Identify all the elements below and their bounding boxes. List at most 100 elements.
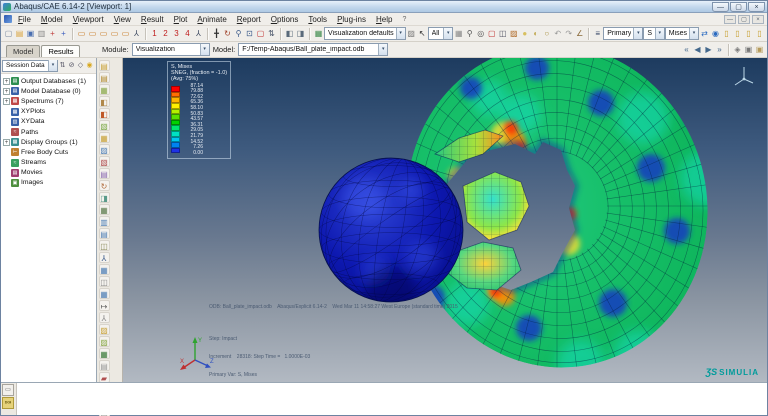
tree-expander[interactable]: + — [3, 98, 10, 105]
tree-item[interactable]: ≈ Paths — [3, 127, 96, 137]
toolbox-icon[interactable]: ▤ — [99, 72, 110, 83]
viewport-child-icon[interactable] — [4, 15, 12, 23]
print-icon[interactable]: ▥ — [36, 28, 47, 40]
shaded-render-icon[interactable]: ◨ — [295, 28, 306, 40]
toolbox-icon[interactable]: ▨ — [99, 144, 110, 155]
field-output-info-icon[interactable]: ◉ — [710, 28, 721, 40]
activate-view-cut-icon[interactable]: ▯ — [721, 28, 732, 40]
tree-item[interactable]: + ▦ Spectrums (7) — [3, 96, 96, 106]
filter-tree-icon[interactable]: ⊘ — [67, 60, 76, 72]
toolbox-icon[interactable]: ▤ — [99, 228, 110, 239]
image-capture-icon[interactable]: ▨ — [508, 28, 519, 40]
tree-item[interactable]: ▣ Images — [3, 178, 96, 188]
toolbox-icon[interactable]: ▦ — [99, 348, 110, 359]
toolbox-icon[interactable]: ⅄ — [99, 252, 110, 263]
tree-expander[interactable] — [3, 129, 10, 136]
toolbox-icon[interactable]: ▦ — [99, 288, 110, 299]
toolbox-icon[interactable]: ⅄ — [99, 312, 110, 323]
session-data-combo[interactable]: Session Data ▾ — [2, 60, 58, 72]
tree-item[interactable]: + ▤ Model Database (0) — [3, 86, 96, 96]
redo-icon[interactable]: ↷ — [563, 28, 574, 40]
visualization-defaults-combo[interactable]: Visualization defaults ▾ — [324, 27, 406, 40]
field-refinement-combo[interactable]: Mises ▾ — [665, 27, 699, 40]
message-area[interactable] — [16, 383, 767, 415]
maximize-button[interactable]: ▢ — [730, 2, 747, 12]
tree-expander[interactable]: + — [3, 88, 10, 95]
edit-tree-icon[interactable]: ◇ — [76, 60, 85, 72]
tree-item[interactable]: ▤ Movies — [3, 168, 96, 178]
close-button[interactable]: × — [748, 2, 765, 12]
tree-expander[interactable]: + — [3, 78, 10, 85]
tree-expander[interactable] — [3, 169, 10, 176]
title-bar[interactable]: Abaqus/CAE 6.14-2 [Viewport: 1] — ▢ × — [1, 1, 767, 13]
minimize-button[interactable]: — — [712, 2, 729, 12]
fit-view-icon[interactable]: ▢ — [255, 28, 266, 40]
hidden-sphere-icon[interactable]: ◐ — [530, 28, 541, 40]
sync-frames-icon[interactable]: ⇄ — [699, 28, 710, 40]
field-position-combo[interactable]: Primary ▾ — [603, 27, 643, 40]
kernel-cli-button[interactable]: »» — [2, 397, 14, 409]
overlay-plot-icon[interactable]: ◫ — [497, 28, 508, 40]
tree-item[interactable]: + ▦ Display Groups (1) — [3, 137, 96, 147]
chevron-down-icon[interactable]: ▾ — [378, 44, 387, 55]
menu-item[interactable]: Animate — [195, 15, 228, 24]
toolbox-icon[interactable]: ▥ — [99, 216, 110, 227]
last-frame-icon[interactable]: » — [714, 44, 725, 56]
new-icon[interactable]: ▢ — [3, 28, 14, 40]
selection-filter-combo[interactable]: All ▾ — [428, 27, 454, 40]
chevron-down-icon[interactable]: ▾ — [633, 28, 642, 39]
wireframe-sphere-icon[interactable]: ○ — [541, 28, 552, 40]
menu-item[interactable]: Viewport — [71, 15, 106, 24]
create-viewport-icon[interactable]: ▭ — [76, 28, 87, 40]
tree-item[interactable]: ≈ Streams — [3, 158, 96, 168]
menu-item[interactable]: Help — [374, 15, 394, 24]
replace-selected-icon[interactable]: ◎ — [475, 28, 486, 40]
annotate-blue-icon[interactable]: + — [58, 28, 69, 40]
magnify-icon[interactable]: ⚲ — [233, 28, 244, 40]
chevron-down-icon[interactable]: ▾ — [689, 28, 698, 39]
menu-item[interactable]: Plug-ins — [335, 15, 368, 24]
menu-item[interactable]: Model — [39, 15, 65, 24]
snapshot-camera-icon[interactable]: ▣ — [754, 44, 765, 56]
sort-tree-icon[interactable]: ⇅ — [58, 60, 67, 72]
select-cursor-icon[interactable]: ↖ — [417, 28, 428, 40]
chevron-down-icon[interactable]: ▾ — [443, 28, 452, 39]
tree-item[interactable]: ▥ XYData — [3, 117, 96, 127]
toolbox-icon[interactable]: ▧ — [99, 120, 110, 131]
free-body-cut-icon[interactable]: ▯ — [743, 28, 754, 40]
menu-item[interactable]: Tools — [306, 15, 329, 24]
movie-camera-icon[interactable]: ▣ — [743, 44, 754, 56]
display-group-icon[interactable]: ▦ — [453, 28, 464, 40]
toolbox-icon[interactable]: ↦ — [99, 300, 110, 311]
view-2-icon[interactable]: 2 — [160, 28, 171, 40]
viewport-canvas[interactable]: S, Mises SNEG, (fraction = -1.0) (Avg: 7… — [123, 58, 767, 382]
view-1-icon[interactable]: 1 — [149, 28, 160, 40]
menu-item[interactable]: Options — [269, 15, 301, 24]
tree-item[interactable]: + ▤ Output Databases (1) — [3, 76, 96, 86]
rotate-icon[interactable]: ↻ — [222, 28, 233, 40]
menu-item[interactable]: File — [16, 15, 33, 24]
color-code-icon[interactable]: ▨ — [406, 28, 417, 40]
tile-viewports-icon[interactable]: ▭ — [87, 28, 98, 40]
annotate-red-icon[interactable]: + — [47, 28, 58, 40]
child-restore-button[interactable]: ▢ — [738, 15, 750, 24]
toolbox-icon[interactable]: ▧ — [99, 156, 110, 167]
toolbox-icon[interactable]: ▨ — [99, 324, 110, 335]
chevron-down-icon[interactable]: ▾ — [396, 28, 405, 39]
measure-icon[interactable]: ∠ — [574, 28, 585, 40]
tree-expander[interactable]: + — [3, 139, 10, 146]
triad-toggle-icon[interactable]: ⅄ — [131, 28, 142, 40]
tree-expander[interactable] — [3, 118, 10, 125]
toolbox-icon[interactable]: ◧ — [99, 108, 110, 119]
menu-item[interactable]: View — [112, 15, 133, 24]
toolbox-icon[interactable]: ▤ — [99, 168, 110, 179]
tree-expander[interactable] — [3, 159, 10, 166]
menu-item[interactable]: Plot — [172, 15, 190, 24]
tree-item[interactable]: ⊢ Free Body Cuts — [3, 147, 96, 157]
tree-item[interactable]: ▦ XYPlots — [3, 107, 96, 117]
field-variable-combo[interactable]: S ▾ — [643, 27, 664, 40]
chevron-down-icon[interactable]: ▾ — [200, 44, 209, 55]
cascade-viewports-icon[interactable]: ▭ — [98, 28, 109, 40]
link-viewports-icon[interactable]: ▭ — [109, 28, 120, 40]
first-frame-icon[interactable]: « — [681, 44, 692, 56]
